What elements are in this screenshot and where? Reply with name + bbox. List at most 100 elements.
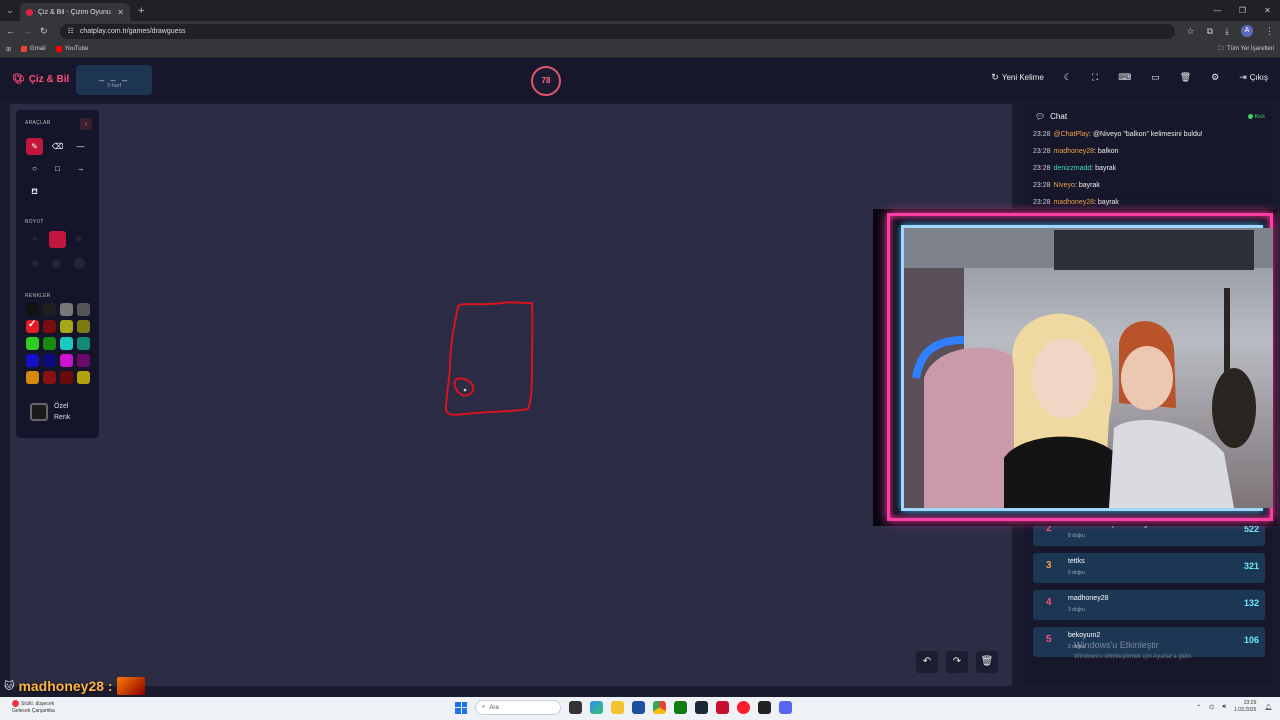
bookmark-star-icon[interactable]: ☆ xyxy=(1187,26,1195,37)
color-swatch[interactable] xyxy=(26,303,39,316)
color-swatch[interactable] xyxy=(77,303,90,316)
apps-grid-icon[interactable]: ⊞ xyxy=(6,46,11,53)
gear-icon: ⚙ xyxy=(1211,72,1220,82)
all-bookmarks[interactable]: 🗀 Tüm Yer İşaretleri xyxy=(1218,44,1274,54)
rectangle-tool[interactable]: □ xyxy=(49,160,66,177)
chat-username[interactable]: madhoney28 xyxy=(1054,148,1094,155)
eraser-icon: ⌫ xyxy=(51,142,64,151)
store-icon[interactable] xyxy=(632,701,645,714)
opera-icon[interactable] xyxy=(737,701,750,714)
chrome-icon[interactable] xyxy=(653,701,666,714)
overlay-username: madhoney28 : xyxy=(18,678,113,694)
keyboard-button[interactable]: ⌨ xyxy=(1118,72,1131,83)
color-swatch[interactable] xyxy=(26,371,39,384)
settings-button[interactable]: ⚙ xyxy=(1211,72,1219,83)
clock[interactable]: 23:29 1.03.2026 xyxy=(1234,700,1256,714)
arrow-tool[interactable]: → xyxy=(72,160,89,177)
close-tab-icon[interactable]: ✕ xyxy=(117,8,124,17)
url-field[interactable]: ☷ chatplay.com.tr/games/drawguess xyxy=(59,23,1175,39)
file-explorer-icon[interactable] xyxy=(611,701,624,714)
color-swatch[interactable] xyxy=(60,303,73,316)
color-swatch[interactable] xyxy=(43,337,56,350)
logout-button[interactable]: ⇥ Çıkış xyxy=(1239,72,1268,83)
notification-icon[interactable]: 🔔︎ xyxy=(1264,704,1272,711)
color-swatch[interactable] xyxy=(26,319,39,333)
color-swatch[interactable] xyxy=(43,320,56,333)
windows-start-icon[interactable] xyxy=(455,701,467,714)
size-1-button[interactable] xyxy=(33,237,37,241)
size-2-button[interactable] xyxy=(49,231,66,248)
discord-icon[interactable] xyxy=(779,701,792,714)
bookmark-gmail[interactable]: Gmail xyxy=(21,46,46,52)
size-5-button[interactable] xyxy=(52,259,61,268)
xbox-icon[interactable] xyxy=(674,701,687,714)
color-swatch[interactable] xyxy=(77,371,90,384)
chat-username[interactable]: Niveyo xyxy=(1054,182,1075,189)
fill-tool[interactable]: ⛾ xyxy=(26,183,43,200)
redo-button[interactable]: ↷ xyxy=(946,651,968,673)
clear-button[interactable]: 🗑︎ xyxy=(1180,72,1191,83)
task-view-icon[interactable] xyxy=(569,701,582,714)
tab-search-icon[interactable]: ⌄ xyxy=(0,5,20,16)
chat-username[interactable]: madhoney28 xyxy=(1054,199,1094,206)
volume-icon[interactable]: 🔊︎ xyxy=(1222,704,1226,711)
obs-icon[interactable] xyxy=(758,701,771,714)
color-swatch[interactable] xyxy=(43,303,56,316)
size-3-button[interactable] xyxy=(76,236,82,242)
dark-mode-button[interactable]: ☾ xyxy=(1064,72,1072,83)
maximize-button[interactable]: ❐ xyxy=(1230,0,1255,21)
chat-time: 23:28 xyxy=(1033,148,1051,155)
new-tab-button[interactable]: + xyxy=(138,5,144,17)
close-window-button[interactable]: ✕ xyxy=(1255,0,1280,21)
drawing-canvas[interactable] xyxy=(10,104,1012,686)
profile-avatar[interactable]: A xyxy=(1241,25,1253,37)
extensions-icon[interactable]: ⧉ xyxy=(1207,26,1213,37)
browser-tab[interactable]: Çiz & Bil - Çizim Oyunu ✕ xyxy=(20,3,130,21)
color-swatch[interactable] xyxy=(43,371,56,384)
steam-icon[interactable] xyxy=(695,701,708,714)
brand[interactable]: 🎨︎ Çiz & Bil xyxy=(12,74,69,85)
color-swatch[interactable] xyxy=(43,354,56,367)
color-swatch[interactable] xyxy=(77,320,90,333)
color-swatch[interactable] xyxy=(77,337,90,350)
color-swatch[interactable] xyxy=(26,337,39,350)
color-swatch[interactable] xyxy=(60,320,73,333)
back-icon[interactable]: ← xyxy=(6,26,15,36)
circle-tool[interactable]: ○ xyxy=(26,160,43,177)
color-swatch[interactable] xyxy=(60,337,73,350)
tray-chevron-icon[interactable]: ⌃ xyxy=(1196,704,1201,711)
custom-color-button[interactable]: Özel Renk xyxy=(30,401,78,423)
colors-label: RENKLER xyxy=(25,293,51,299)
chat-time: 23:28 xyxy=(1033,131,1051,138)
pen-tool[interactable]: ✎ xyxy=(26,138,43,155)
color-swatch[interactable] xyxy=(26,354,39,367)
fullscreen-button[interactable]: ⛶ xyxy=(1092,72,1098,83)
line-tool[interactable]: — xyxy=(72,138,89,155)
weather-widget[interactable]: Sicikl. düşecek Gelecek Çarşamba xyxy=(12,700,55,715)
menu-icon[interactable]: ⋮ xyxy=(1265,26,1274,37)
size-6-button[interactable] xyxy=(74,258,85,269)
app-icon[interactable] xyxy=(716,701,729,714)
chat-username[interactable]: @ChatPlay xyxy=(1054,131,1090,138)
eraser-tool[interactable]: ⌫ xyxy=(49,138,66,155)
taskbar-search[interactable]: ⌕ Ara xyxy=(475,700,561,715)
color-swatch[interactable] xyxy=(60,371,73,384)
bookmark-label: Gmail xyxy=(30,46,46,52)
reload-icon[interactable]: ↻ xyxy=(40,26,48,37)
copilot-icon[interactable] xyxy=(590,701,603,714)
window-button[interactable]: ▭ xyxy=(1151,72,1160,83)
minimize-button[interactable]: — xyxy=(1205,0,1230,21)
clear-canvas-button[interactable]: 🗑︎ xyxy=(976,651,998,673)
network-icon[interactable]: ⌬ xyxy=(1209,704,1214,711)
color-swatch[interactable] xyxy=(60,354,73,367)
collapse-panel-button[interactable]: ‹ xyxy=(80,118,92,130)
site-info-icon[interactable]: ☷ xyxy=(68,27,74,35)
color-swatch[interactable] xyxy=(77,354,90,367)
undo-button[interactable]: ↶ xyxy=(916,651,938,673)
download-icon[interactable]: ⤓ xyxy=(1225,26,1229,37)
bookmark-youtube[interactable]: YouTube xyxy=(55,46,88,52)
size-4-button[interactable] xyxy=(32,260,39,267)
chat-username[interactable]: denizzmadd xyxy=(1054,165,1092,172)
forward-icon[interactable]: → xyxy=(23,26,32,36)
new-word-button[interactable]: ↻ Yeni Kelime xyxy=(991,72,1044,83)
